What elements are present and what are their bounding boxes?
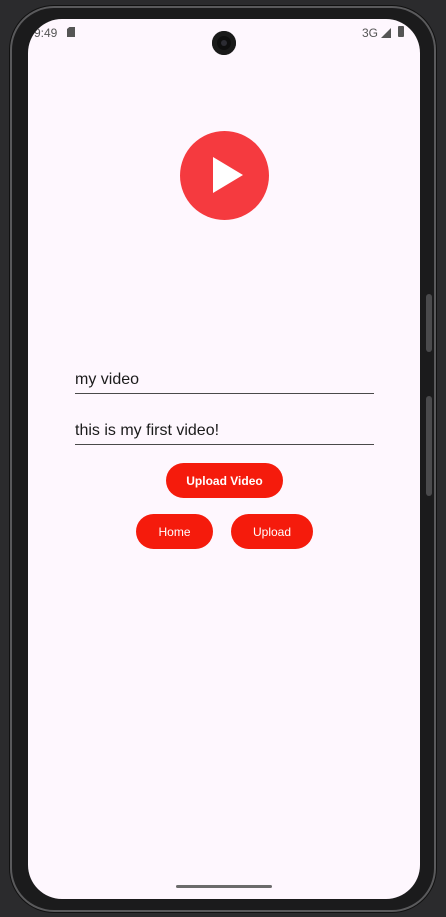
upload-video-button[interactable]: Upload Video	[166, 463, 283, 498]
home-button[interactable]: Home	[136, 514, 213, 549]
app-screen: 9:49 3G my video this is my first video!…	[28, 19, 420, 899]
volume-button	[426, 294, 432, 352]
video-description-value: this is my first video!	[75, 422, 220, 439]
power-button	[426, 396, 432, 496]
status-time: 9:49	[34, 26, 58, 40]
battery-icon	[398, 26, 404, 37]
signal-icon	[381, 28, 391, 38]
front-camera	[212, 31, 236, 55]
upload-button[interactable]: Upload	[231, 514, 313, 549]
video-description-input[interactable]: this is my first video!	[75, 421, 374, 445]
home-indicator[interactable]	[176, 885, 272, 888]
app-logo	[180, 131, 269, 220]
video-title-input[interactable]: my video	[75, 370, 374, 394]
sd-card-icon	[67, 27, 75, 37]
video-title-value: my video	[75, 371, 140, 388]
play-icon	[213, 157, 243, 193]
network-type: 3G	[361, 26, 378, 40]
